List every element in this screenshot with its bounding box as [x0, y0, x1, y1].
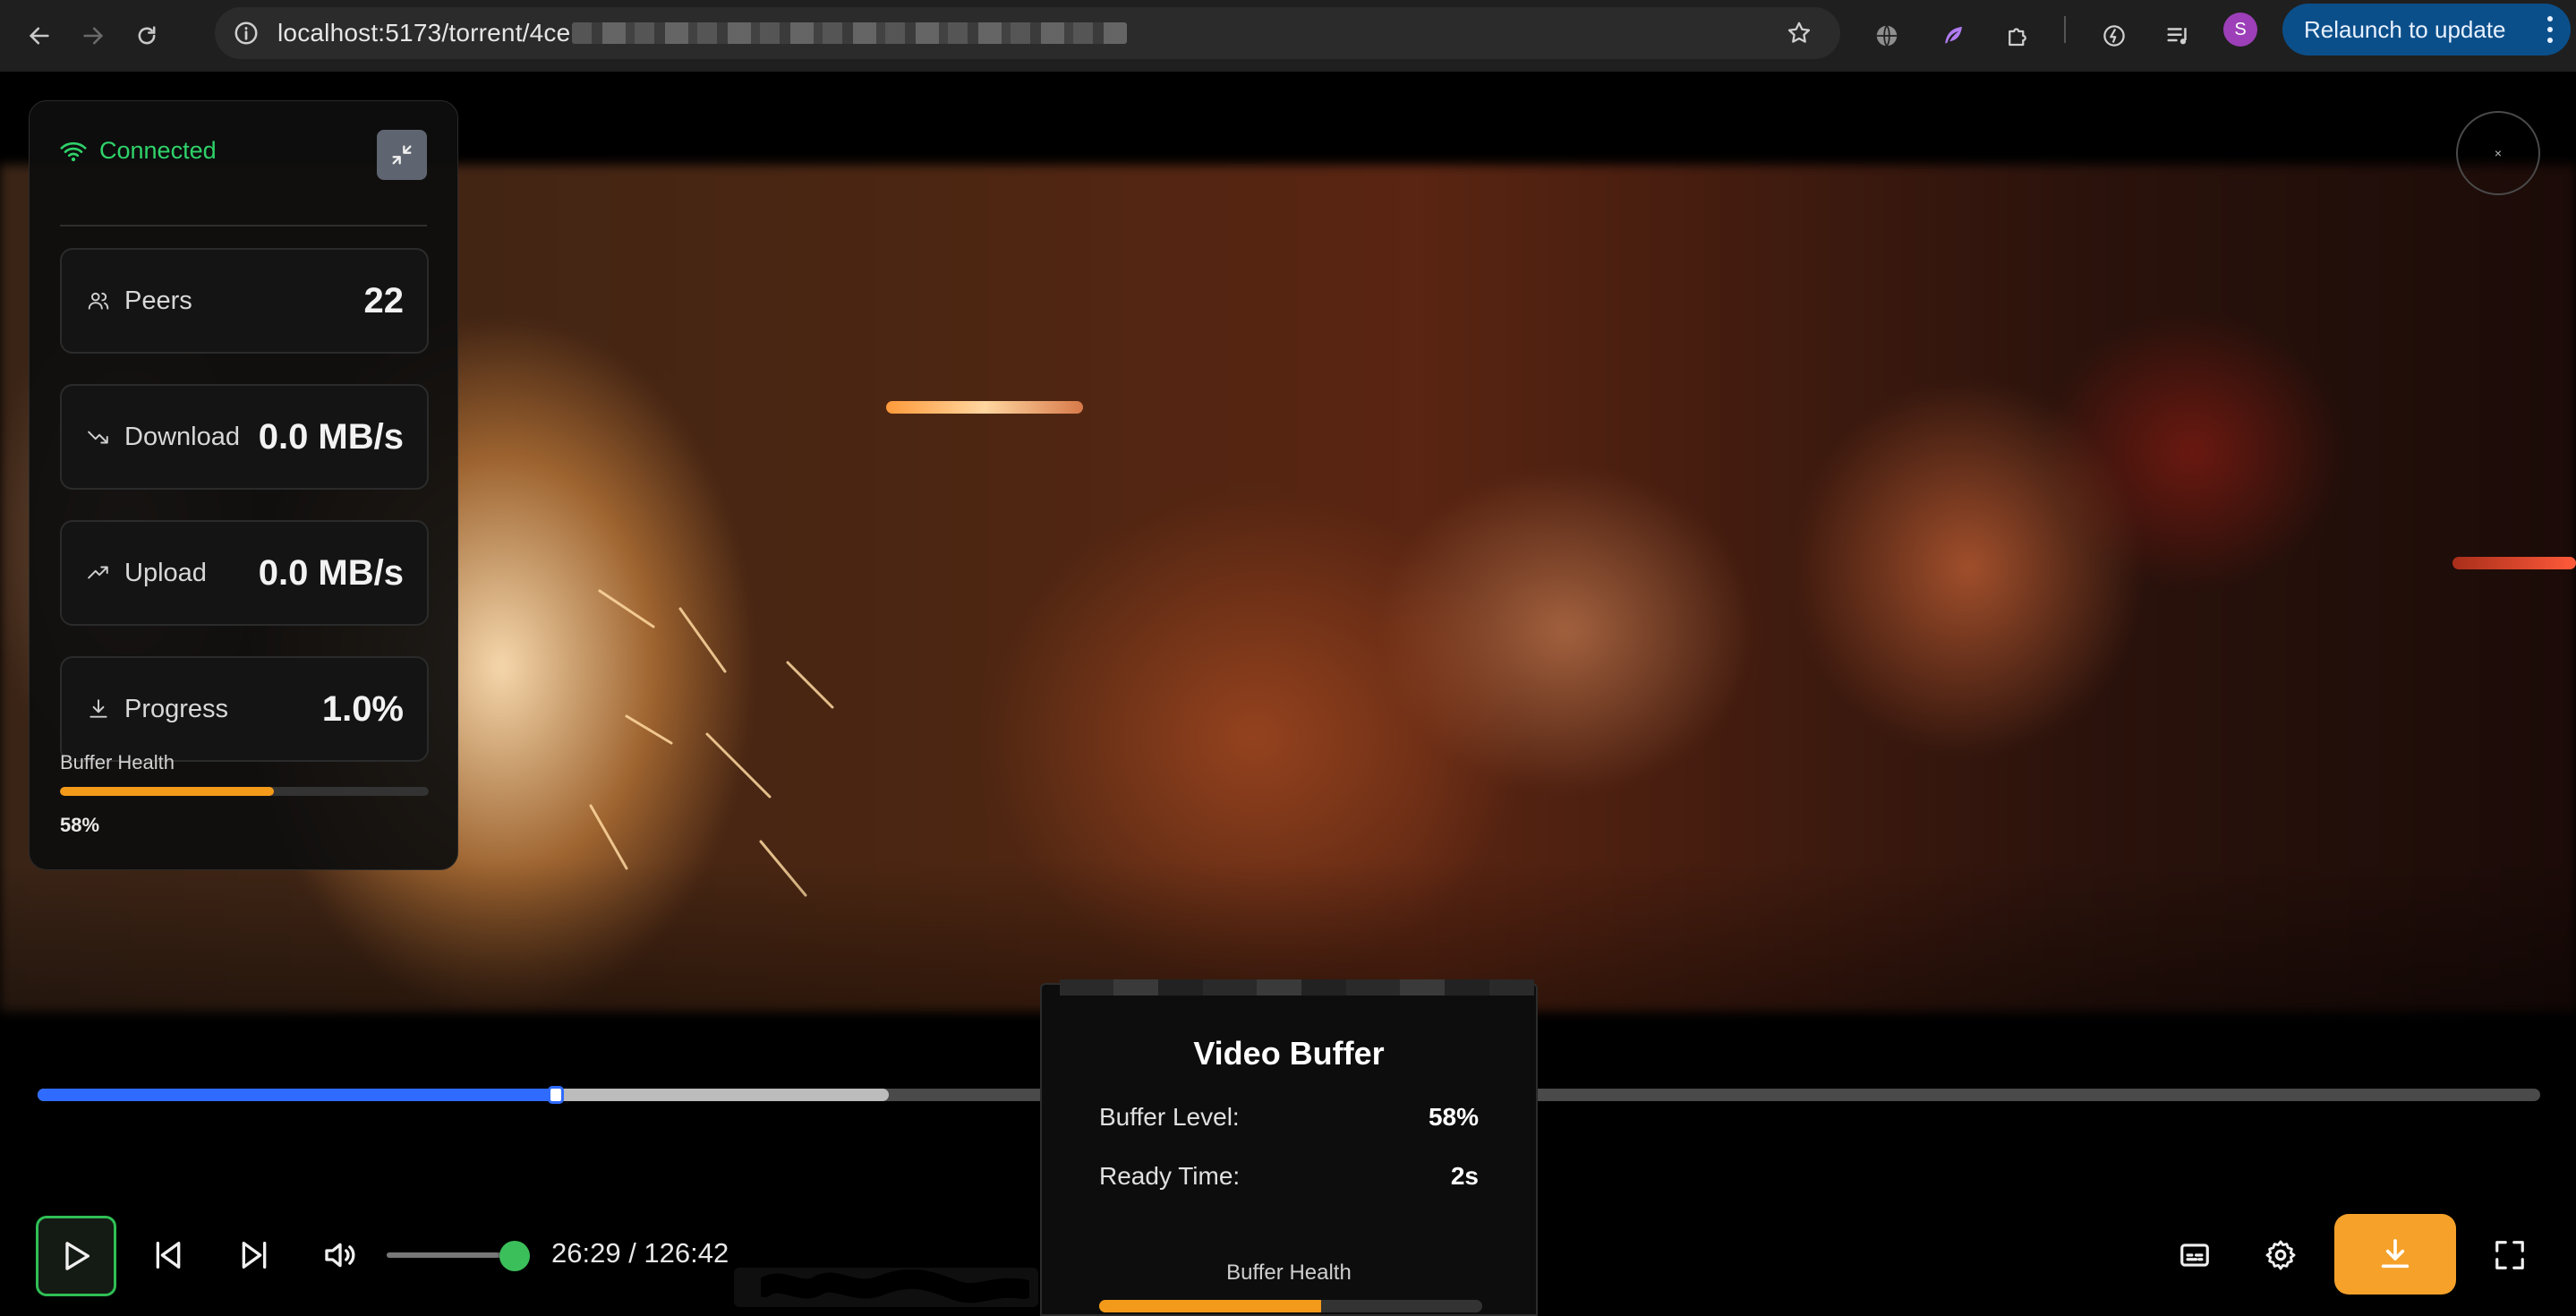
upload-card: Upload 0.0 MB/s	[60, 520, 429, 626]
buffer-level-label: Buffer Level:	[1099, 1103, 1240, 1131]
gear-icon	[2265, 1240, 2296, 1270]
settings-button[interactable]	[2256, 1230, 2306, 1280]
close-icon: ×	[2494, 146, 2503, 160]
address-bar[interactable]: localhost:5173/torrent/4ce	[215, 7, 1840, 59]
more-menu-icon[interactable]	[2547, 16, 2553, 43]
upload-value: 0.0 MB/s	[258, 552, 404, 593]
volume-button[interactable]	[315, 1230, 365, 1280]
play-icon	[65, 1242, 90, 1270]
skip-next-button[interactable]	[229, 1230, 279, 1280]
reload-icon[interactable]	[120, 9, 174, 63]
video-light-flare	[2452, 557, 2576, 569]
stats-divider	[60, 225, 427, 226]
close-player-button[interactable]: ×	[2456, 111, 2540, 195]
ready-time-value: 2s	[1450, 1162, 1479, 1190]
relaunch-update-button[interactable]: Relaunch to update	[2282, 4, 2571, 56]
buffer-level-row: Buffer Level: 58%	[1099, 1103, 1479, 1132]
download-value: 0.0 MB/s	[258, 416, 404, 457]
video-buffer-popup: Video Buffer Buffer Level: 58% Ready Tim…	[1040, 979, 1538, 1316]
skip-previous-button[interactable]	[143, 1230, 193, 1280]
url-text: localhost:5173/torrent/4ce	[277, 19, 571, 47]
buffer-level-value: 58%	[1428, 1103, 1479, 1131]
download-icon	[2381, 1239, 2410, 1269]
peers-value: 22	[363, 280, 405, 320]
download-label: Download	[124, 422, 240, 451]
buffer-popup-health-label: Buffer Health	[1226, 1260, 1352, 1285]
ready-time-label: Ready Time:	[1099, 1162, 1241, 1190]
buffer-popup-health-fill	[1099, 1300, 1322, 1312]
bookmark-star-icon[interactable]	[1781, 15, 1817, 51]
connection-label: Connected	[99, 137, 217, 164]
download-icon	[85, 696, 112, 722]
skip-back-icon	[156, 1242, 181, 1269]
wifi-icon	[60, 141, 87, 161]
buffer-health-value: 58%	[60, 814, 100, 836]
site-info-icon[interactable]	[220, 7, 272, 59]
seek-played	[38, 1089, 556, 1101]
puzzle-extensions-icon[interactable]	[1992, 11, 2043, 61]
progress-label: Progress	[124, 694, 229, 723]
users-icon	[85, 287, 112, 314]
buffer-popup-title: Video Buffer	[1193, 1035, 1385, 1072]
skip-forward-icon	[242, 1242, 267, 1269]
volume-knob[interactable]	[499, 1241, 530, 1271]
peers-card: Peers 22	[60, 248, 429, 354]
fullscreen-icon	[2495, 1241, 2524, 1269]
download-card: Download 0.0 MB/s	[60, 384, 429, 490]
video-light-flare	[886, 401, 1083, 414]
minimize-icon	[392, 145, 412, 165]
buffer-health-bar	[60, 787, 429, 796]
volume-slider[interactable]	[387, 1252, 516, 1258]
media-queue-icon[interactable]	[2154, 11, 2204, 61]
volume-icon	[325, 1243, 355, 1268]
torrent-stats-panel: Connected Peers 22 Download 0.0 MB/s Upl…	[29, 100, 458, 870]
volume-fill	[387, 1252, 499, 1258]
relaunch-label: Relaunch to update	[2304, 15, 2506, 43]
subtitles-icon	[2180, 1243, 2209, 1267]
upload-label: Upload	[124, 558, 207, 587]
buffer-popup-health-bar	[1099, 1300, 1482, 1312]
time-display: 26:29 / 126:42	[551, 1237, 729, 1269]
forward-icon[interactable]	[66, 9, 120, 63]
profile-avatar[interactable]: S	[2223, 13, 2257, 47]
browser-toolbar: localhost:5173/torrent/4ce S Relaunch to…	[0, 0, 2576, 72]
back-icon[interactable]	[13, 9, 66, 63]
globe-extension-icon[interactable]	[1862, 11, 1912, 61]
trending-down-icon	[85, 423, 112, 450]
download-button[interactable]	[2334, 1214, 2456, 1295]
feather-extension-icon[interactable]	[1928, 11, 1978, 61]
peers-label: Peers	[124, 286, 192, 315]
collapse-stats-button[interactable]	[377, 130, 427, 180]
url-redacted	[572, 22, 1128, 44]
subtitles-button[interactable]	[2170, 1230, 2220, 1280]
progress-card: Progress 1.0%	[60, 656, 429, 762]
ready-time-row: Ready Time: 2s	[1099, 1162, 1479, 1191]
toolbar-separator	[2064, 16, 2066, 43]
fullscreen-button[interactable]	[2485, 1230, 2535, 1280]
popup-redacted-strip	[1060, 979, 1534, 996]
performance-icon[interactable]	[2089, 11, 2139, 61]
connection-status: Connected	[60, 137, 217, 165]
buffer-health-label: Buffer Health	[60, 751, 175, 773]
progress-value: 1.0%	[321, 688, 404, 729]
play-button[interactable]	[36, 1216, 116, 1296]
seek-thumb[interactable]	[547, 1086, 564, 1104]
video-player[interactable]: × Connected Peers 22 Download 0.0 MB/s U…	[0, 72, 2576, 1316]
trending-up-icon	[85, 560, 112, 586]
buffer-health-fill	[60, 787, 274, 796]
redacted-title	[734, 1268, 1038, 1307]
